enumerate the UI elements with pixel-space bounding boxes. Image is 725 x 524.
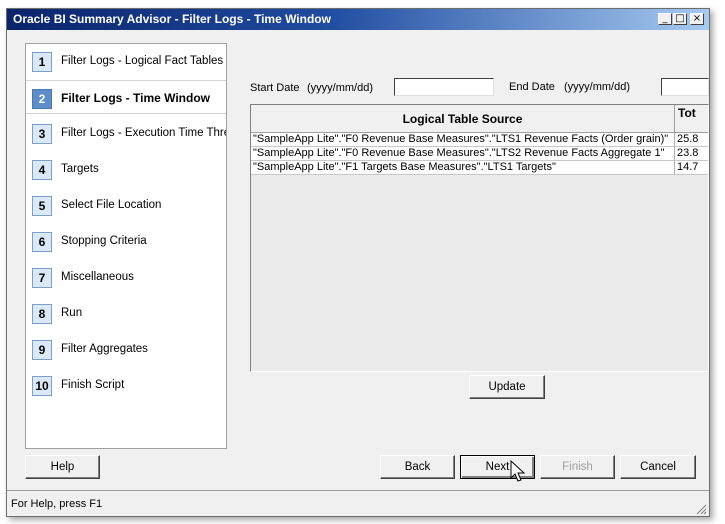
status-text: For Help, press F1 xyxy=(11,498,103,510)
title-bar: Oracle BI Summary Advisor - Filter Logs … xyxy=(7,9,709,30)
table-row[interactable]: "SampleApp Lite"."F1 Targets Base Measur… xyxy=(251,161,708,175)
step-number: 1 xyxy=(32,52,52,72)
step-item[interactable]: 5 Select File Location xyxy=(26,188,226,222)
step-item[interactable]: 1 Filter Logs - Logical Fact Tables xyxy=(26,44,226,78)
column-header-logical-table-source[interactable]: Logical Table Source xyxy=(251,105,675,133)
step-label: Finish Script xyxy=(61,379,125,391)
end-date-input[interactable] xyxy=(661,78,709,96)
step-item-active[interactable]: 2 Filter Logs - Time Window xyxy=(26,80,226,114)
step-label: Targets xyxy=(61,163,99,175)
step-item[interactable]: 9 Filter Aggregates xyxy=(26,332,226,366)
table-row[interactable]: "SampleApp Lite"."F0 Revenue Base Measur… xyxy=(251,133,708,147)
step-label: Select File Location xyxy=(61,199,162,211)
step-number: 5 xyxy=(32,196,52,216)
status-bar: For Help, press F1 xyxy=(7,490,709,516)
step-item[interactable]: 8 Run xyxy=(26,296,226,330)
minimize-button[interactable]: _ xyxy=(658,13,672,25)
end-date-label: End Date xyxy=(509,81,555,93)
wizard-window: Oracle BI Summary Advisor - Filter Logs … xyxy=(6,8,710,517)
update-button[interactable]: Update xyxy=(469,375,545,399)
cancel-button[interactable]: Cancel xyxy=(620,455,696,479)
step-number: 4 xyxy=(32,160,52,180)
step-number: 10 xyxy=(32,376,52,396)
table-cell: 23.8 xyxy=(675,147,708,161)
help-button[interactable]: Help xyxy=(25,455,100,479)
resize-grip-icon[interactable] xyxy=(695,503,707,515)
finish-button[interactable]: Finish xyxy=(540,455,615,479)
table-cell: "SampleApp Lite"."F0 Revenue Base Measur… xyxy=(251,133,675,147)
logical-table-source-grid[interactable]: Logical Table Source Tot "SampleApp Lite… xyxy=(250,104,709,372)
maximize-button[interactable]: □ xyxy=(673,13,687,25)
back-button[interactable]: Back xyxy=(380,455,455,479)
step-label: Miscellaneous xyxy=(61,271,134,283)
step-label: Filter Logs - Execution Time Threshold xyxy=(61,127,226,139)
start-date-format: (yyyy/mm/dd) xyxy=(307,82,373,94)
step-label: Filter Aggregates xyxy=(61,343,148,355)
start-date-input[interactable] xyxy=(394,78,494,96)
step-item[interactable]: 10 Finish Script xyxy=(26,368,226,402)
step-number: 9 xyxy=(32,340,52,360)
table-cell: "SampleApp Lite"."F0 Revenue Base Measur… xyxy=(251,147,675,161)
step-number: 3 xyxy=(32,124,52,144)
step-item[interactable]: 4 Targets xyxy=(26,152,226,186)
table-cell: "SampleApp Lite"."F1 Targets Base Measur… xyxy=(251,161,675,175)
step-number: 8 xyxy=(32,304,52,324)
step-item[interactable]: 7 Miscellaneous xyxy=(26,260,226,294)
step-number: 6 xyxy=(32,232,52,252)
column-header-total[interactable]: Tot xyxy=(675,105,708,133)
close-button[interactable]: × xyxy=(690,13,704,25)
step-item[interactable]: 6 Stopping Criteria xyxy=(26,224,226,258)
window-title: Oracle BI Summary Advisor - Filter Logs … xyxy=(13,12,331,26)
end-date-format: (yyyy/mm/dd) xyxy=(564,81,630,93)
step-label: Stopping Criteria xyxy=(61,235,147,247)
mouse-cursor-icon xyxy=(510,460,526,482)
step-label: Run xyxy=(61,307,83,319)
table-row[interactable]: "SampleApp Lite"."F0 Revenue Base Measur… xyxy=(251,147,708,161)
step-number: 2 xyxy=(32,89,52,109)
step-item[interactable]: 3 Filter Logs - Execution Time Threshold xyxy=(26,116,226,150)
step-label: Filter Logs - Logical Fact Tables xyxy=(61,55,224,67)
wizard-steps-list: 1 Filter Logs - Logical Fact Tables 2 Fi… xyxy=(25,43,227,449)
step-label: Filter Logs - Time Window xyxy=(61,91,211,105)
step-number: 7 xyxy=(32,268,52,288)
table-cell: 14.7 xyxy=(675,161,708,175)
start-date-label: Start Date xyxy=(250,82,300,94)
table-cell: 25.8 xyxy=(675,133,708,147)
